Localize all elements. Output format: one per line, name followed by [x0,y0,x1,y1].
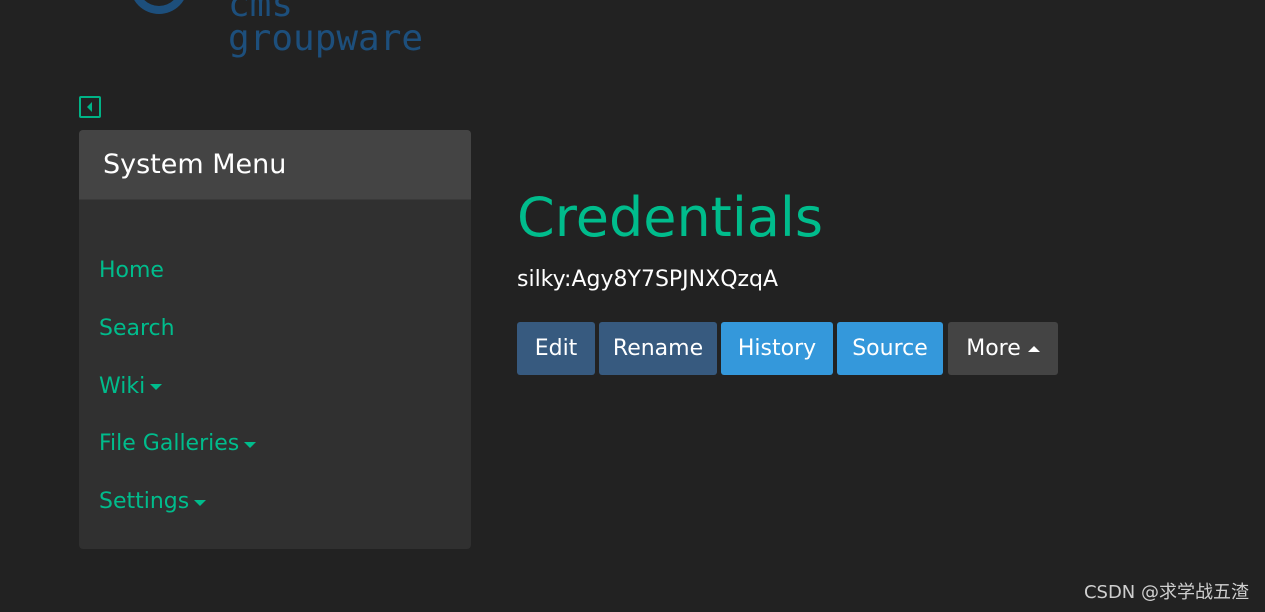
page: cms groupware System Menu Home Search Wi… [0,0,1265,612]
menu-item-file-galleries[interactable]: File Galleries [79,415,471,473]
caret-down-icon [194,499,207,506]
page-content-text: silky:Agy8Y7SPJNXQzqA [517,267,779,292]
menu-item-label: File Galleries [99,431,240,457]
source-button-label: Source [852,336,928,361]
history-button[interactable]: History [721,322,833,375]
menu-item-search[interactable]: Search [79,300,471,358]
menu-item-label: Wiki [99,373,146,399]
menu-item-wiki[interactable]: Wiki [79,357,471,415]
system-menu: System Menu Home Search Wiki File Galler… [79,130,471,549]
logo-text-line2: groupware [228,18,424,59]
menu-item-label: Home [99,258,164,284]
source-button[interactable]: Source [837,322,943,375]
logo-mark-icon [130,0,188,14]
logo-text: cms groupware [228,0,424,59]
more-button[interactable]: More [948,322,1058,375]
caret-up-icon [1027,345,1040,352]
menu-item-settings[interactable]: Settings [79,473,471,531]
system-menu-header: System Menu [79,130,471,200]
caret-down-icon [244,441,257,448]
rename-button-label: Rename [612,336,704,361]
page-actions: Edit Rename History Source More [517,322,1058,375]
more-button-label: More [966,336,1021,361]
history-button-label: History [737,336,817,361]
caret-down-icon [150,384,163,391]
menu-item-label: Search [99,316,175,342]
menu-item-label: Settings [99,489,190,515]
rename-button[interactable]: Rename [599,322,717,375]
watermark: CSDN @求学战五渣 [1083,582,1249,603]
system-menu-list: Home Search Wiki File Galleries Settings [79,200,471,530]
edit-button-label: Edit [534,336,578,361]
sidebar-toggle-button[interactable] [79,96,101,118]
page-title: Credentials [517,186,824,249]
system-menu-title: System Menu [103,149,287,180]
site-logo[interactable]: cms groupware [130,0,460,60]
menu-item-home[interactable]: Home [79,242,471,300]
edit-button[interactable]: Edit [517,322,595,375]
caret-left-icon [87,102,92,112]
